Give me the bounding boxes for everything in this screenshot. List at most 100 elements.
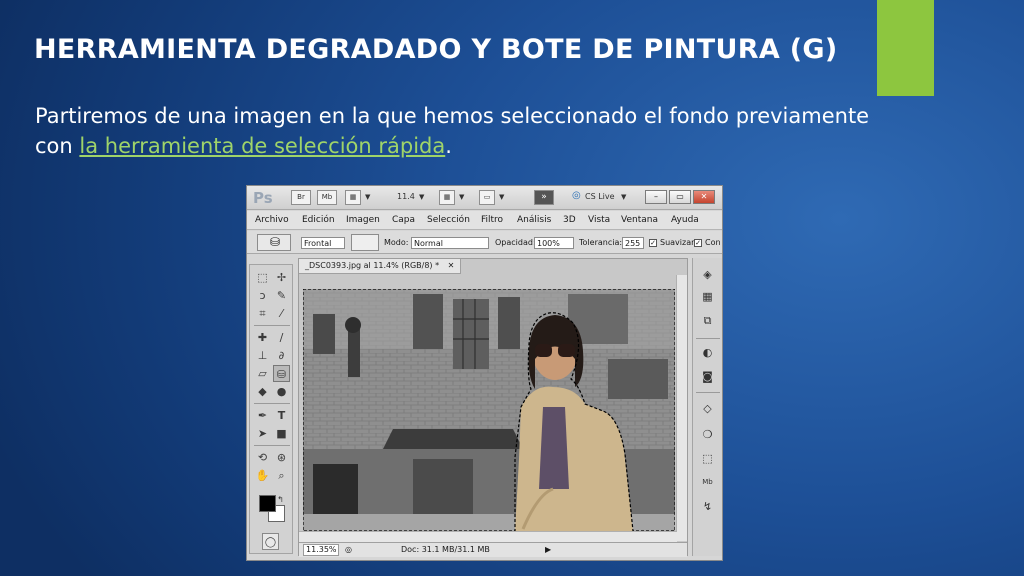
type-icon[interactable]: T [273,407,290,424]
dodge-icon[interactable]: ● [273,383,290,400]
adjustments-icon[interactable]: ◐ [699,344,716,361]
photoshop-logo: Ps [253,189,273,207]
window-shape [413,294,443,349]
crop-icon[interactable]: ⌗ [254,305,271,322]
pen-icon[interactable]: ✒ [254,407,271,424]
tolerance-label: Tolerancia: [579,238,623,247]
eraser-icon[interactable]: ▱ [254,365,271,382]
arrange-dropdown-icon[interactable]: ▼ [459,193,464,201]
tools-divider [254,403,290,404]
lasso-icon[interactable]: ↄ [254,287,271,304]
quick-selection-icon[interactable]: ✎ [273,287,290,304]
document-tab[interactable]: _DSC0393.jpg al 11.4% (RGB/8) * ✕ [299,259,462,274]
tools-divider [254,445,290,446]
pattern-picker[interactable] [351,234,379,251]
menu-item[interactable]: 3D [563,215,576,225]
menu-bar: Archivo Edición Imagen Capa Selección Filtro A… [247,211,722,230]
masks-icon[interactable]: ◙ [699,368,716,385]
contiguous-checkbox[interactable]: ✓ [694,239,702,247]
street-lamp [345,317,361,333]
lamp-post [348,329,360,377]
eyedropper-icon[interactable]: ⁄ [273,305,290,322]
screen-mode-dropdown-icon[interactable]: ▼ [499,193,504,201]
history-brush-icon[interactable]: ∂ [273,347,290,364]
zoom-icon[interactable]: ⌕ [273,467,290,484]
close-icon[interactable]: ✕ [693,190,715,204]
antialias-checkbox[interactable]: ✓ [649,239,657,247]
document-canvas[interactable] [303,289,675,531]
sunglasses-left [535,344,552,357]
hand-icon[interactable]: ✋ [254,467,271,484]
menu-item[interactable]: Ayuda [671,215,699,225]
3d-rotate-icon[interactable]: ⟲ [254,449,271,466]
mode-select[interactable]: Normal [411,237,489,249]
canvas-image [303,289,675,531]
path-selection-icon[interactable]: ➤ [254,425,271,442]
cs-live-dropdown-icon[interactable]: ▼ [621,193,626,201]
menu-item[interactable]: Ventana [621,215,658,225]
menu-item[interactable]: Selección [427,215,470,225]
move-icon[interactable]: ✢ [273,269,290,286]
menu-item[interactable]: Capa [392,215,415,225]
zoom-dropdown-icon[interactable]: ▼ [419,193,424,201]
fill-source-select[interactable]: Frontal [301,237,345,249]
options-bar: ⛁ Frontal Modo: Normal Opacidad: 100% To… [247,231,722,254]
menu-item[interactable]: Análisis [517,215,551,225]
brush-icon[interactable]: ∕ [273,329,290,346]
cs-live-button[interactable]: CS Live [585,192,615,201]
photoshop-window: Ps Br Mb ▦ ▼ 11.4 ▼ ▦ ▼ ▭ ▼ » ◎ CS Live … [246,185,723,561]
vertical-scrollbar[interactable] [676,275,687,541]
3d-icon[interactable]: Mb [699,474,716,491]
menu-item[interactable]: Vista [588,215,610,225]
view-extras-dropdown-icon[interactable]: ▼ [365,193,370,201]
menu-item[interactable]: Filtro [481,215,503,225]
document-size: Doc: 31.1 MB/31.1 MB [401,545,490,554]
navigator-icon[interactable]: ⧉ [699,312,716,329]
zoom-status-input[interactable]: 11.35% [303,544,339,556]
swap-colors-icon[interactable]: ↰ [272,491,289,508]
tools-panel: ⬚ ✢ ↄ ✎ ⌗ ⁄ ✚ ∕ ⊥ ∂ ▱ ⛁ ◆ ● ✒ T ➤ ■ ⟲ ⊛ … [249,264,293,554]
paths-icon[interactable]: ⬚ [699,450,716,467]
panels-dock: ◈ ▦ ⧉ ◐ ◙ ◇ ❍ ⬚ Mb ↯ [692,258,722,556]
actions-icon[interactable]: ↯ [699,498,716,515]
histogram-icon[interactable]: ▦ [699,288,716,305]
channels-icon[interactable]: ❍ [699,426,716,443]
blur-icon[interactable]: ◆ [254,383,271,400]
close-tab-icon[interactable]: ✕ [448,261,455,270]
zoom-level[interactable]: 11.4 [397,192,415,201]
horizontal-scrollbar[interactable] [299,531,677,542]
view-extras-icon[interactable]: ▦ [345,190,361,205]
mini-bridge-icon[interactable]: ◈ [699,266,716,283]
arrange-documents-icon[interactable]: ▦ [439,190,455,205]
clone-stamp-icon[interactable]: ⊥ [254,347,271,364]
mode-label: Modo: [384,238,409,247]
restore-icon[interactable]: ▭ [669,190,691,204]
tool-preset-paint-bucket-icon[interactable]: ⛁ [257,234,291,251]
slide-title: HERRAMIENTA DEGRADADO Y BOTE DE PINTURA … [34,34,838,65]
window-shape [608,359,668,399]
paint-bucket-icon[interactable]: ⛁ [273,365,290,382]
spot-healing-icon[interactable]: ✚ [254,329,271,346]
rectangle-icon[interactable]: ■ [273,425,290,442]
opacity-input[interactable]: 100% [534,237,574,249]
quick-selection-link[interactable]: la herramienta de selección rápida [79,134,445,158]
document-tab-title: _DSC0393.jpg al 11.4% (RGB/8) * [305,261,440,270]
3d-orbit-icon[interactable]: ⊛ [273,449,290,466]
quick-mask-icon[interactable]: ◯ [262,533,279,550]
window-shape [498,297,520,349]
screen-mode-icon[interactable]: ▭ [479,190,495,205]
menu-item[interactable]: Edición [302,215,335,225]
mini-bridge-button[interactable]: Mb [317,190,337,205]
bridge-button[interactable]: Br [291,190,311,205]
menu-item[interactable]: Archivo [255,215,289,225]
layers-icon[interactable]: ◇ [699,400,716,417]
status-info-icon[interactable]: ◎ [345,543,352,557]
tolerance-input[interactable]: 255 [622,237,644,249]
status-menu-arrow-icon[interactable]: ▶ [545,543,551,557]
marquee-icon[interactable]: ⬚ [254,269,271,286]
balcony [453,299,489,369]
menu-item[interactable]: Imagen [346,215,380,225]
workspace-expand-icon[interactable]: » [534,190,554,205]
awning [383,429,523,449]
minimize-icon[interactable]: – [645,190,667,204]
